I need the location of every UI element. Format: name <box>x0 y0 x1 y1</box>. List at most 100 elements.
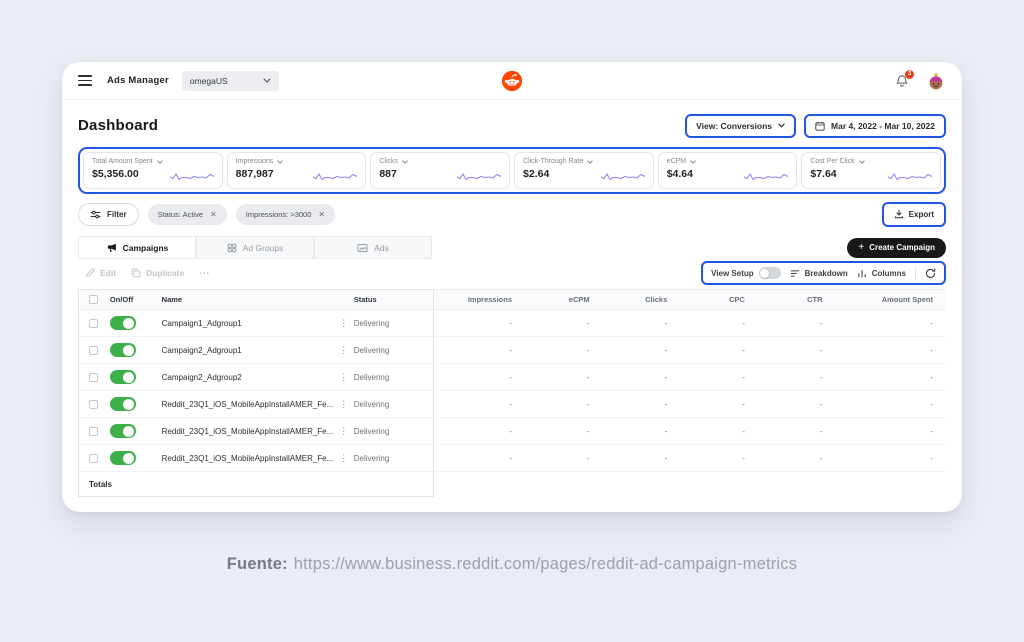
cell-ctr: - <box>745 373 823 382</box>
metric-card-5[interactable]: Cost Per Click$7.64 <box>801 152 941 189</box>
cell-clicks: - <box>590 454 668 463</box>
kebab-menu-icon[interactable]: ⋮ <box>339 345 348 356</box>
cell-cpc: - <box>667 454 745 463</box>
campaign-name[interactable]: Campaign2_Adgroup2 <box>162 373 334 382</box>
filter-button[interactable]: Filter <box>78 203 139 226</box>
metric-card-2[interactable]: Clicks887 <box>370 152 510 189</box>
col-header-ecpm[interactable]: eCPM <box>512 295 590 304</box>
caption-url: https://www.business.reddit.com/pages/re… <box>294 555 797 573</box>
col-header-cpc[interactable]: CPC <box>667 295 745 304</box>
create-campaign-button[interactable]: + Create Campaign <box>847 238 946 258</box>
campaign-on-off-toggle[interactable] <box>110 397 136 411</box>
megaphone-icon <box>106 243 117 253</box>
campaigns-table: On/Off Name Status Impressions eCPM Clic… <box>78 289 946 497</box>
row-checkbox[interactable] <box>89 319 98 328</box>
table-row[interactable]: Reddit_23Q1_iOS_MobileAppInstallAMER_Fe.… <box>78 418 946 445</box>
metric-card-4[interactable]: eCPM$4.64 <box>658 152 798 189</box>
row-checkbox[interactable] <box>89 454 98 463</box>
row-checkbox[interactable] <box>89 346 98 355</box>
col-header-impressions[interactable]: Impressions <box>432 295 512 304</box>
row-checkbox[interactable] <box>89 400 98 409</box>
col-header-clicks[interactable]: Clicks <box>590 295 668 304</box>
col-header-name[interactable]: Name <box>162 295 334 304</box>
tab-ads[interactable]: Ads <box>314 236 432 259</box>
campaign-name[interactable]: Campaign1_Adgroup1 <box>162 319 334 328</box>
breakdown-button[interactable]: Breakdown <box>790 269 848 278</box>
kebab-menu-icon[interactable]: ⋮ <box>339 372 348 383</box>
chevron-down-icon[interactable] <box>157 160 163 164</box>
user-avatar[interactable] <box>926 71 946 91</box>
col-header-status[interactable]: Status <box>354 295 433 304</box>
hamburger-menu-icon[interactable] <box>78 75 92 86</box>
kebab-menu-icon[interactable]: ⋮ <box>339 318 348 329</box>
row-checkbox[interactable] <box>89 373 98 382</box>
cell-ctr: - <box>745 346 823 355</box>
col-header-onoff[interactable]: On/Off <box>110 295 162 304</box>
account-dropdown[interactable]: omegaUS <box>182 71 279 91</box>
chevron-down-icon[interactable] <box>277 160 283 164</box>
columns-button[interactable]: Columns <box>857 269 906 278</box>
campaign-name[interactable]: Reddit_23Q1_iOS_MobileAppInstallAMER_Fe.… <box>162 427 334 436</box>
chevron-down-icon[interactable] <box>402 160 408 164</box>
tab-campaigns[interactable]: Campaigns <box>78 236 196 259</box>
close-icon[interactable]: ✕ <box>318 210 325 219</box>
select-all-checkbox[interactable] <box>89 295 98 304</box>
duplicate-button[interactable]: Duplicate <box>131 268 184 278</box>
close-icon[interactable]: ✕ <box>210 210 217 219</box>
campaign-status: Delivering <box>354 454 433 463</box>
col-header-ctr[interactable]: CTR <box>745 295 823 304</box>
notifications-bell-icon[interactable]: 3 <box>895 74 909 88</box>
tab-label: Campaigns <box>123 243 169 253</box>
edit-button[interactable]: Edit <box>85 268 116 278</box>
metric-label: Total Amount Spent <box>92 158 153 165</box>
cell-ecpm: - <box>512 319 590 328</box>
kebab-menu-icon[interactable]: ⋮ <box>339 399 348 410</box>
metric-card-3[interactable]: Click-Through Rate$2.64 <box>514 152 654 189</box>
campaign-name[interactable]: Campaign2_Adgroup1 <box>162 346 334 355</box>
kebab-menu-icon[interactable]: ⋮ <box>339 426 348 437</box>
filter-chip-impressions[interactable]: Impressions: >3000 ✕ <box>236 204 335 225</box>
table-row[interactable]: Campaign1_Adgroup1 ⋮ Delivering - - - - … <box>78 310 946 337</box>
campaign-on-off-toggle[interactable] <box>110 370 136 384</box>
date-range-picker[interactable]: Mar 4, 2022 - Mar 10, 2022 <box>804 114 946 138</box>
chevron-down-icon[interactable] <box>690 160 696 164</box>
table-row[interactable]: Reddit_23Q1_iOS_MobileAppInstallAMER_Fe.… <box>78 445 946 472</box>
cell-ecpm: - <box>512 427 590 436</box>
more-options-button[interactable]: ⋯ <box>199 268 209 279</box>
view-setup-toggle[interactable] <box>759 267 781 279</box>
columns-label: Columns <box>872 269 906 278</box>
col-header-amount-spent[interactable]: Amount Spent <box>823 295 946 304</box>
metric-label: Click-Through Rate <box>523 158 583 165</box>
chevron-down-icon[interactable] <box>859 160 865 164</box>
campaign-name[interactable]: Reddit_23Q1_iOS_MobileAppInstallAMER_Fe.… <box>162 454 334 463</box>
view-selector-dropdown[interactable]: View: Conversions <box>685 114 796 138</box>
chevron-down-icon[interactable] <box>587 160 593 164</box>
cell-ctr: - <box>745 400 823 409</box>
ads-manager-window: Ads Manager omegaUS 3 <box>62 62 962 512</box>
campaign-on-off-toggle[interactable] <box>110 424 136 438</box>
campaign-on-off-toggle[interactable] <box>110 451 136 465</box>
duplicate-icon <box>131 268 141 278</box>
account-name: omegaUS <box>190 76 228 86</box>
table-row[interactable]: Reddit_23Q1_iOS_MobileAppInstallAMER_Fe.… <box>78 391 946 418</box>
table-row[interactable]: Campaign2_Adgroup2 ⋮ Delivering - - - - … <box>78 364 946 391</box>
refresh-icon[interactable] <box>925 268 936 279</box>
cell-cpc: - <box>667 400 745 409</box>
cell-cpc: - <box>667 427 745 436</box>
metric-card-0[interactable]: Total Amount Spent$5,356.00 <box>83 152 223 189</box>
campaign-on-off-toggle[interactable] <box>110 343 136 357</box>
filter-chip-status[interactable]: Status: Active ✕ <box>148 204 227 225</box>
cell-amount-spent: - <box>823 454 946 463</box>
campaign-name[interactable]: Reddit_23Q1_iOS_MobileAppInstallAMER_Fe.… <box>162 400 334 409</box>
cell-ecpm: - <box>512 400 590 409</box>
campaign-on-off-toggle[interactable] <box>110 316 136 330</box>
row-checkbox[interactable] <box>89 427 98 436</box>
plus-icon: + <box>858 243 864 253</box>
tab-ad-groups[interactable]: Ad Groups <box>196 236 314 259</box>
metric-card-1[interactable]: Impressions887,987 <box>227 152 367 189</box>
export-button[interactable]: Export <box>882 202 946 227</box>
cell-impressions: - <box>432 400 512 409</box>
cell-ctr: - <box>745 427 823 436</box>
table-row[interactable]: Campaign2_Adgroup1 ⋮ Delivering - - - - … <box>78 337 946 364</box>
kebab-menu-icon[interactable]: ⋮ <box>339 453 348 464</box>
